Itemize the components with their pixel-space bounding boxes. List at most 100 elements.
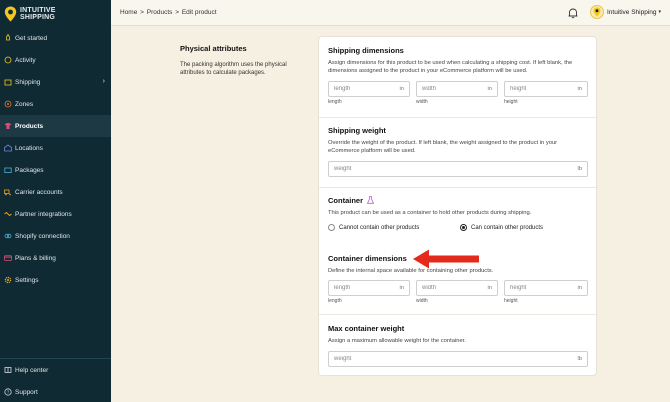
radio-label: Cannot contain other products bbox=[339, 224, 420, 231]
sidebar-item-zones[interactable]: Zones bbox=[0, 93, 111, 115]
chevron-right-icon: › bbox=[102, 78, 105, 85]
sidebar-item-label: Locations bbox=[15, 144, 43, 152]
max-container-weight-section: Max container weight Assign a maximum al… bbox=[319, 315, 598, 376]
container-height-field[interactable]: in bbox=[504, 280, 588, 296]
rocket-icon bbox=[6, 34, 10, 41]
section-description: Assign dimensions for this product to be… bbox=[328, 60, 573, 74]
section-title: Container bbox=[328, 196, 589, 205]
section-description: Override the weight of the product. If l… bbox=[328, 140, 558, 154]
field-sublabel: height bbox=[504, 298, 518, 304]
radio-button[interactable] bbox=[328, 224, 335, 231]
container-length-input[interactable] bbox=[329, 281, 409, 295]
sidebar-item-label: Products bbox=[15, 122, 44, 130]
unit-label: in bbox=[577, 86, 582, 92]
section-intro: Physical attributes The packing algorith… bbox=[180, 44, 300, 77]
sidebar-item-locations[interactable]: Locations bbox=[0, 137, 111, 159]
container-width-input[interactable] bbox=[417, 281, 497, 295]
breadcrumb-separator: > bbox=[175, 9, 180, 16]
sidebar-nav: Get started Activity Shipping › Zones Pr… bbox=[0, 27, 111, 291]
unit-label: in bbox=[399, 285, 404, 291]
warehouse-icon bbox=[4, 144, 12, 152]
breadcrumb-separator: > bbox=[140, 9, 144, 16]
sidebar-item-label: Packages bbox=[15, 166, 44, 174]
max-container-weight-input[interactable] bbox=[329, 352, 587, 366]
user-menu[interactable]: Intuitive Shipping ▾ bbox=[590, 5, 661, 19]
location-pin-icon bbox=[593, 7, 601, 17]
truck-icon bbox=[4, 189, 11, 196]
help-circle-icon: ? bbox=[4, 388, 12, 396]
sidebar-item-shopify-connection[interactable]: Shopify connection bbox=[0, 225, 111, 247]
shipping-weight-field[interactable]: lb bbox=[328, 161, 588, 177]
field-sublabel: width bbox=[416, 298, 428, 304]
brand-logo[interactable]: INTUITIVE SHIPPING bbox=[0, 0, 111, 27]
section-description: Assign a maximum allowable weight for th… bbox=[328, 338, 466, 344]
container-title: Container bbox=[328, 196, 364, 205]
unit-label: lb bbox=[577, 166, 582, 172]
radio-cannot-contain[interactable]: Cannot contain other products bbox=[328, 224, 419, 231]
shipping-height-field[interactable]: in bbox=[504, 81, 588, 97]
sidebar-item-activity[interactable]: Activity bbox=[0, 49, 111, 71]
container-height-input[interactable] bbox=[505, 281, 587, 295]
annotation-arrow-icon bbox=[413, 249, 479, 269]
sidebar-item-label: Activity bbox=[15, 56, 36, 64]
container-section: Container This product can be used as a … bbox=[319, 188, 598, 242]
physical-attributes-card: Shipping dimensions Assign dimensions fo… bbox=[318, 36, 598, 376]
sidebar-item-help-center[interactable]: Help center bbox=[0, 359, 111, 381]
unit-label: in bbox=[399, 86, 404, 92]
handshake-icon bbox=[4, 211, 12, 217]
sidebar-item-packages[interactable]: Packages bbox=[0, 159, 111, 181]
shipping-weight-input[interactable] bbox=[329, 162, 587, 176]
unit-label: in bbox=[487, 285, 492, 291]
user-name: Intuitive Shipping bbox=[607, 8, 657, 16]
sidebar-item-support[interactable]: ? Support bbox=[0, 381, 111, 402]
unit-label: in bbox=[487, 86, 492, 92]
breadcrumb: Home > Products > Edit product bbox=[120, 9, 218, 16]
sidebar-item-label: Shipping bbox=[15, 78, 41, 86]
breadcrumb-products[interactable]: Products bbox=[147, 9, 173, 16]
sidebar-item-label: Help center bbox=[15, 366, 49, 374]
sidebar-item-carrier-accounts[interactable]: Carrier accounts bbox=[0, 181, 111, 203]
breadcrumb-home[interactable]: Home bbox=[120, 9, 137, 16]
section-description: The packing algorithm uses the physical … bbox=[180, 62, 287, 76]
sidebar-item-shipping[interactable]: Shipping › bbox=[0, 71, 111, 93]
box-icon bbox=[4, 79, 12, 86]
shipping-weight-section: Shipping weight Override the weight of t… bbox=[319, 118, 598, 188]
unit-label: lb bbox=[577, 356, 582, 362]
avatar bbox=[590, 5, 604, 19]
activity-icon bbox=[4, 56, 12, 64]
gear-icon bbox=[4, 276, 12, 284]
sidebar-item-get-started[interactable]: Get started bbox=[0, 27, 111, 49]
sidebar-item-label: Get started bbox=[15, 34, 48, 42]
radio-button-selected[interactable] bbox=[460, 224, 467, 231]
sidebar: INTUITIVE SHIPPING Get started Activity … bbox=[0, 0, 111, 402]
bell-icon[interactable] bbox=[566, 6, 580, 20]
card-icon bbox=[4, 255, 12, 261]
section-title: Max container weight bbox=[328, 324, 405, 333]
radio-can-contain[interactable]: Can contain other products bbox=[460, 224, 543, 231]
brand-line-2: SHIPPING bbox=[20, 13, 56, 21]
shipping-width-field[interactable]: in bbox=[416, 81, 498, 97]
shipping-width-input[interactable] bbox=[417, 82, 497, 96]
section-title: Shipping weight bbox=[328, 126, 386, 135]
sidebar-item-label: Carrier accounts bbox=[15, 188, 63, 196]
field-sublabel: width bbox=[416, 99, 428, 105]
sidebar-item-label: Partner integrations bbox=[15, 210, 72, 218]
brand-line-1: INTUITIVE bbox=[20, 6, 56, 14]
sidebar-item-label: Plans & billing bbox=[15, 254, 56, 262]
unit-label: in bbox=[577, 285, 582, 291]
book-icon bbox=[4, 367, 12, 373]
section-title: Shipping dimensions bbox=[328, 46, 404, 55]
container-length-field[interactable]: in bbox=[328, 280, 410, 296]
shipping-length-field[interactable]: in bbox=[328, 81, 410, 97]
sidebar-bottom: Help center ? Support bbox=[0, 358, 111, 402]
sidebar-item-partner-integrations[interactable]: Partner integrations bbox=[0, 203, 111, 225]
flask-icon bbox=[366, 196, 375, 204]
shipping-height-input[interactable] bbox=[505, 82, 587, 96]
sidebar-item-products[interactable]: Products bbox=[0, 115, 111, 137]
sidebar-item-settings[interactable]: Settings bbox=[0, 269, 111, 291]
sidebar-item-plans-billing[interactable]: Plans & billing bbox=[0, 247, 111, 269]
top-bar: Home > Products > Edit product Intuitive… bbox=[111, 0, 670, 26]
container-width-field[interactable]: in bbox=[416, 280, 498, 296]
shipping-length-input[interactable] bbox=[329, 82, 409, 96]
max-container-weight-field[interactable]: lb bbox=[328, 351, 588, 367]
